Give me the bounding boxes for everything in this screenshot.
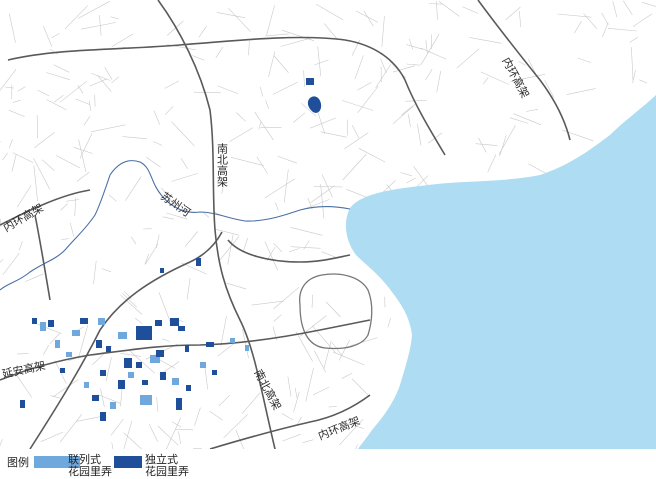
legend-label-detached-2: 花园里弄 [145,465,189,478]
legend-label-semi-detached-2: 花园里弄 [68,465,112,478]
map-canvas: 内环高架 内环高架 内环高架 南北高架 南北高架 延安高架 苏州河 [0,0,656,449]
map-legend: 图例 联列式 花园里弄 独立式 花园里弄 [0,449,656,479]
legend-title: 图例 [7,456,29,469]
legend-swatch-detached [114,456,142,468]
label-north-south-n: 南北高架 [216,143,229,187]
